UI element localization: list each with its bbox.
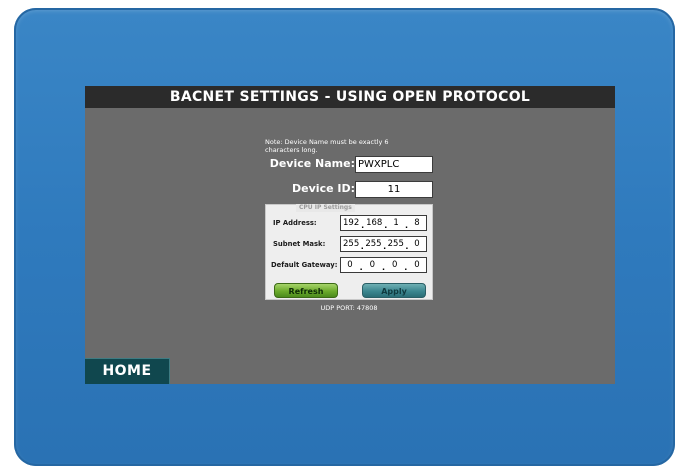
hmi-screen: BACNET SETTINGS - USING OPEN PROTOCOL No… <box>85 86 615 384</box>
page-title: BACNET SETTINGS - USING OPEN PROTOCOL <box>85 86 615 108</box>
device-name-note: Note: Device Name must be exactly 6 char… <box>265 138 389 154</box>
octet-separator: . <box>384 220 388 230</box>
subnet-mask-input: 255 . 255 . 255 . 0 <box>340 236 427 252</box>
octet-separator: . <box>360 241 364 251</box>
ip-address-octet-2[interactable]: 168 <box>366 218 382 228</box>
udp-port-label: UDP PORT: 47808 <box>320 304 378 312</box>
default-gateway-octet-1[interactable]: 0 <box>343 260 357 270</box>
ip-address-octet-1[interactable]: 192 <box>343 218 359 228</box>
subnet-mask-label: Subnet Mask: <box>273 240 326 248</box>
default-gateway-input: 0 . 0 . 0 . 0 <box>340 257 427 273</box>
default-gateway-octet-3[interactable]: 0 <box>388 260 402 270</box>
octet-separator: . <box>361 220 365 230</box>
default-gateway-label: Default Gateway: <box>271 261 338 269</box>
cpu-ip-settings-legend: CPU IP Settings <box>296 204 355 212</box>
apply-button[interactable]: Apply <box>362 283 426 298</box>
ip-address-input: 192 . 168 . 1 . 8 <box>340 215 427 231</box>
ip-address-octet-4[interactable]: 8 <box>410 218 424 228</box>
refresh-button[interactable]: Refresh <box>274 283 338 298</box>
device-name-label: Device Name: <box>269 157 355 170</box>
octet-separator: . <box>405 220 409 230</box>
subnet-mask-octet-4[interactable]: 0 <box>410 239 424 249</box>
subnet-mask-octet-1[interactable]: 255 <box>343 239 359 249</box>
octet-separator: . <box>359 262 363 272</box>
subnet-mask-octet-3[interactable]: 255 <box>388 239 404 249</box>
octet-separator: . <box>383 241 387 251</box>
octet-separator: . <box>405 241 409 251</box>
cpu-ip-settings-group: CPU IP Settings IP Address: 192 . 168 . … <box>265 204 433 300</box>
device-id-input[interactable]: 11 <box>355 181 433 198</box>
home-button[interactable]: HOME <box>85 358 170 384</box>
octet-separator: . <box>404 262 408 272</box>
default-gateway-octet-2[interactable]: 0 <box>365 260 379 270</box>
ip-address-octet-3[interactable]: 1 <box>389 218 403 228</box>
ip-address-label: IP Address: <box>273 219 317 227</box>
octet-separator: . <box>381 262 386 272</box>
default-gateway-octet-4[interactable]: 0 <box>410 260 424 270</box>
subnet-mask-octet-2[interactable]: 255 <box>365 239 381 249</box>
device-name-input[interactable]: PWXPLC <box>355 156 433 173</box>
device-id-label: Device ID: <box>292 182 355 195</box>
